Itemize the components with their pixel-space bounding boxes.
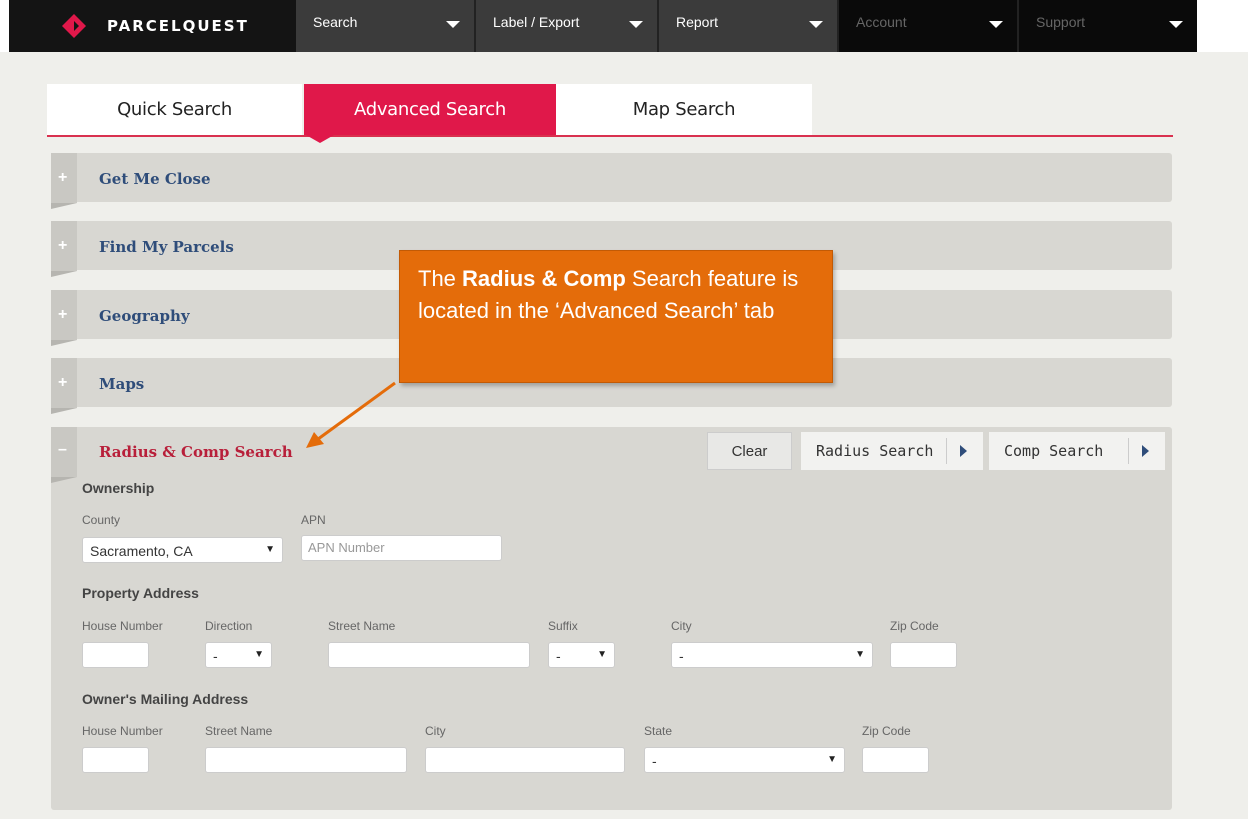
search-tabs: Quick Search Advanced Search Map Search [47,84,1173,137]
city-select[interactable]: - ▼ [671,642,873,668]
radius-search-button[interactable]: Radius Search [801,432,983,470]
county-select[interactable]: Sacramento, CA ▼ [82,537,283,563]
direction-label: Direction [205,619,253,633]
mailing-street-name-label: Street Name [205,724,273,738]
mailing-zip-code-label: Zip Code [862,724,911,738]
mailing-address-title: Owner's Mailing Address [82,691,249,707]
chevron-right-icon [960,445,967,457]
mailing-city-input[interactable] [425,747,625,773]
chevron-down-icon [809,21,823,28]
nav-report[interactable]: Report [659,0,839,52]
chevron-down-icon [1169,21,1183,28]
mailing-house-number-label: House Number [82,724,163,738]
plus-icon: + [58,374,68,391]
state-label: State [644,724,673,738]
apn-label: APN [301,513,326,527]
section-title: Find My Parcels [99,238,234,256]
callout-text-pre: The [418,266,463,291]
state-value: - [652,753,657,769]
nav-search[interactable]: Search [296,0,476,52]
section-title[interactable]: Radius & Comp Search [99,443,293,461]
mailing-house-number-input[interactable] [82,747,149,773]
top-navbar: PARCELQUEST Search Label / Export Report… [0,0,1248,52]
clear-button-label: Clear [731,442,768,460]
city-label: City [671,619,692,633]
logo[interactable]: PARCELQUEST [9,0,296,52]
section-title: Get Me Close [99,170,211,188]
dropdown-arrow-icon: ▼ [597,649,607,660]
tab-quick-search-label: Quick Search [117,99,232,120]
comp-search-button[interactable]: Comp Search [989,432,1165,470]
nav-account-label: Account [856,14,907,30]
dropdown-arrow-icon: ▼ [254,649,264,660]
mailing-zip-code-input[interactable] [862,747,929,773]
tab-advanced-search-label: Advanced Search [354,99,506,120]
nav-support-label: Support [1036,14,1086,30]
zip-code-label: Zip Code [890,619,939,633]
nav-account[interactable]: Account [839,0,1019,52]
section-get-me-close[interactable]: + Get Me Close [51,153,1172,209]
street-name-label: Street Name [328,619,396,633]
direction-value: - [213,648,218,664]
tab-map-search-label: Map Search [632,99,736,120]
nav-label-export[interactable]: Label / Export [476,0,659,52]
mailing-city-label: City [425,724,446,738]
minus-icon[interactable]: – [58,441,67,459]
section-title: Maps [99,375,145,393]
suffix-label: Suffix [548,619,578,633]
parcelquest-logo-icon [62,14,86,38]
chevron-right-icon [1142,445,1149,457]
city-value: - [679,648,684,664]
street-name-input[interactable] [328,642,530,668]
apn-input[interactable]: APN Number [301,535,502,561]
tab-quick-search[interactable]: Quick Search [47,84,302,135]
tab-advanced-search[interactable]: Advanced Search [304,84,556,135]
suffix-select[interactable]: - ▼ [548,642,615,668]
comp-search-label: Comp Search [1004,442,1104,460]
zip-code-input[interactable] [890,642,957,668]
button-divider [946,438,947,464]
active-tab-pointer [306,135,334,143]
nav-search-label: Search [313,14,358,30]
nav-support[interactable]: Support [1019,0,1197,52]
annotation-arrow-icon [306,381,396,448]
chevron-down-icon [629,21,643,28]
county-value: Sacramento, CA [90,543,193,559]
callout-text-bold: Radius & Comp [462,266,626,291]
county-label: County [82,513,121,527]
chevron-down-icon [446,21,460,28]
section-radius-comp: – Radius & Comp Search Clear Radius Sear… [51,427,1172,810]
house-number-label: House Number [82,619,163,633]
mailing-street-name-input[interactable] [205,747,407,773]
suffix-value: - [556,648,561,664]
dropdown-arrow-icon: ▼ [265,544,275,555]
state-select[interactable]: - ▼ [644,747,845,773]
nav-report-label: Report [676,14,719,30]
direction-select[interactable]: - ▼ [205,642,272,668]
section-title: Geography [99,307,190,325]
clear-button[interactable]: Clear [707,432,792,470]
annotation-callout: The Radius & Comp Search feature is loca… [399,250,833,383]
brand-name: PARCELQUEST [107,17,249,35]
radius-search-label: Radius Search [816,442,934,460]
nav-label-export-label: Label / Export [493,14,580,30]
ownership-title: Ownership [82,480,155,496]
plus-icon: + [58,306,68,323]
tab-map-search[interactable]: Map Search [556,84,812,135]
dropdown-arrow-icon: ▼ [855,649,865,660]
plus-icon: + [58,237,68,254]
chevron-down-icon [989,21,1003,28]
button-divider [1128,438,1129,464]
plus-icon: + [58,169,68,186]
navbar-inner: PARCELQUEST Search Label / Export Report… [9,0,1197,52]
dropdown-arrow-icon: ▼ [827,754,837,765]
house-number-input[interactable] [82,642,149,668]
property-address-title: Property Address [82,585,199,601]
